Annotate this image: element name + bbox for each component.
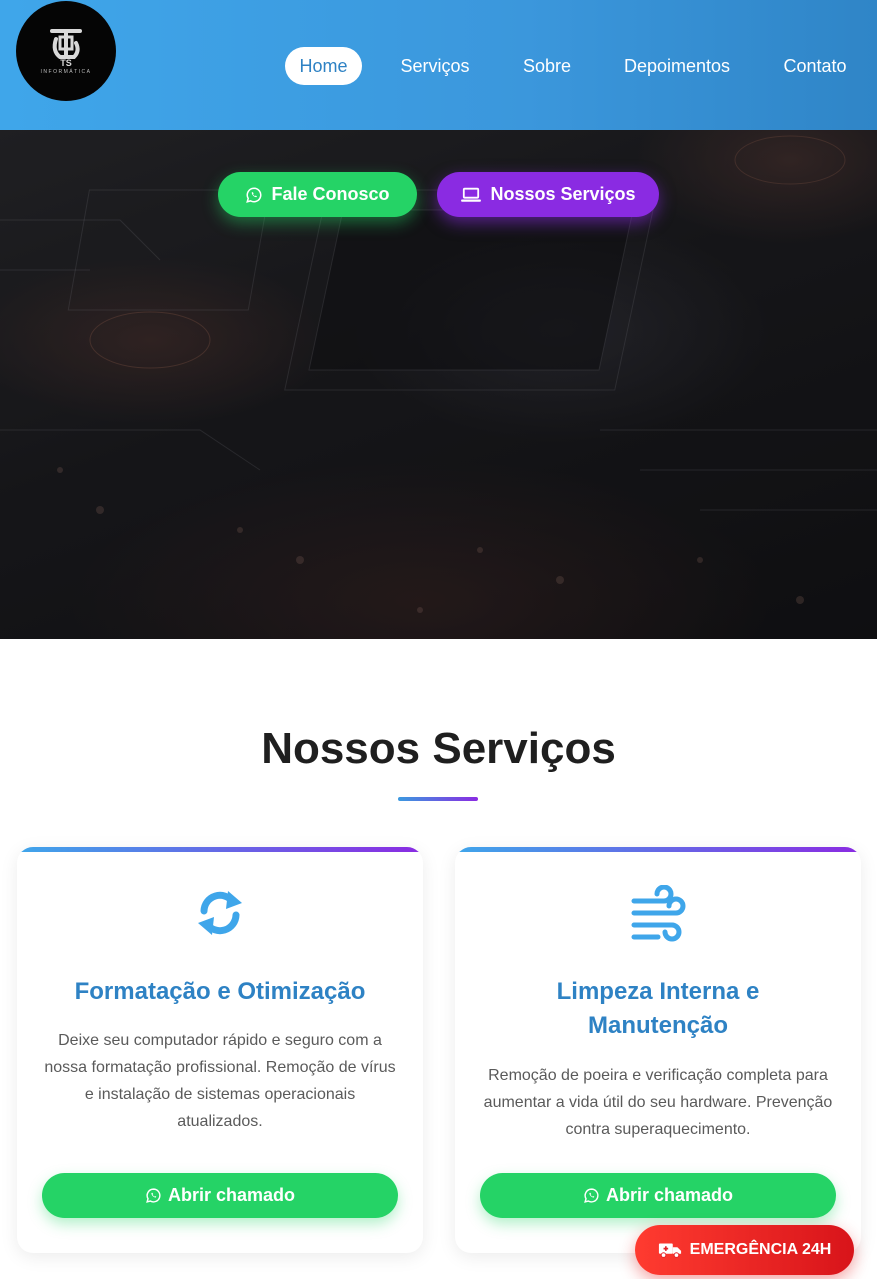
nav-servicos[interactable]: Serviços: [392, 47, 478, 85]
hero-section: Fale Conosco Nossos Serviços: [0, 130, 877, 639]
title-underline: [398, 797, 478, 801]
services-title: Nossos Serviços: [261, 724, 616, 773]
nav-home[interactable]: Home: [285, 47, 362, 85]
nav-contato[interactable]: Contato: [775, 47, 855, 85]
whatsapp-icon: [246, 186, 262, 203]
whatsapp-icon: [146, 1188, 161, 1203]
abrir-chamado-button[interactable]: Abrir chamado: [42, 1173, 398, 1218]
laptop-icon: [461, 187, 482, 202]
service-card-formatacao: Formatação e Otimização Deixe seu comput…: [17, 847, 423, 1253]
nossos-servicos-label: Nossos Serviços: [490, 184, 636, 204]
card-top-bar: [455, 847, 861, 852]
nav-sobre[interactable]: Sobre: [515, 47, 579, 85]
fale-conosco-label: Fale Conosco: [271, 184, 390, 204]
whatsapp-icon: [584, 1188, 599, 1203]
main-nav: Home Serviços Sobre Depoimentos Contato: [0, 47, 877, 85]
fale-conosco-button[interactable]: Fale Conosco: [218, 172, 417, 217]
abrir-chamado-label: Abrir chamado: [605, 1185, 734, 1205]
sync-icon: [198, 891, 242, 935]
emergency-button[interactable]: EMERGÊNCIA 24H: [635, 1225, 854, 1275]
nav-depoimentos[interactable]: Depoimentos: [615, 47, 739, 85]
nossos-servicos-button[interactable]: Nossos Serviços: [437, 172, 659, 217]
wind-icon: [631, 885, 686, 942]
card-title: Formatação e Otimização: [74, 978, 366, 1005]
card-description: Remoção de poeira e verificação completa…: [483, 1067, 833, 1138]
truck-icon: [658, 1243, 681, 1258]
card-title: Limpeza Interna e Manutenção: [556, 978, 760, 1039]
site-header: TS INFORMÁTICA Home Serviços Sobre Depoi…: [0, 0, 877, 130]
service-card-limpeza: Limpeza Interna e Manutenção Remoção de …: [455, 847, 861, 1253]
abrir-chamado-button[interactable]: Abrir chamado: [480, 1173, 836, 1218]
emergency-label: EMERGÊNCIA 24H: [689, 1241, 832, 1258]
card-top-bar: [17, 847, 423, 852]
card-description: Deixe seu computador rápido e seguro com…: [44, 1032, 396, 1130]
abrir-chamado-label: Abrir chamado: [167, 1185, 296, 1205]
